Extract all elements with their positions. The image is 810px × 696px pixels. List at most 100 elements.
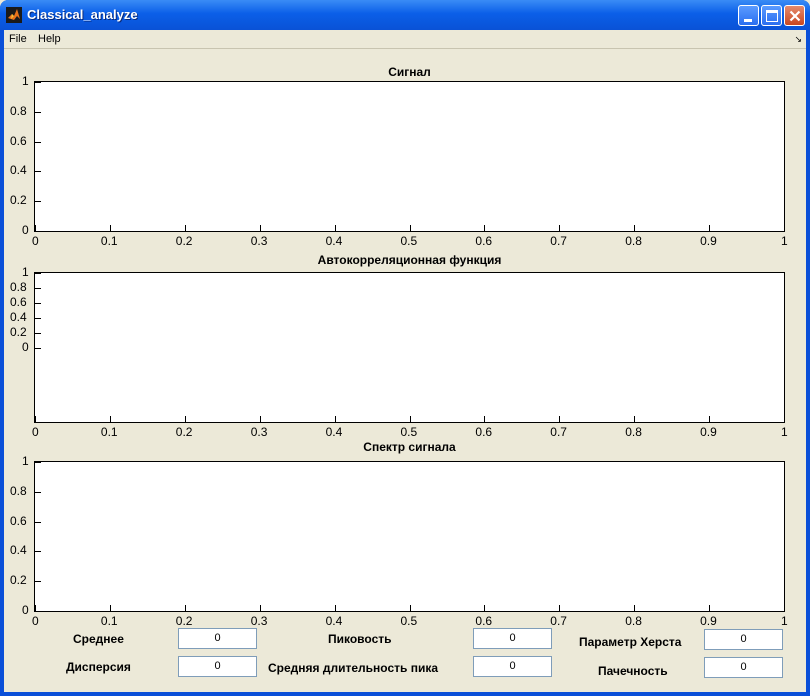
y-tick-mark (35, 491, 41, 493)
y-tick-label: 0.8 (10, 103, 27, 118)
mean-label: Среднее (73, 632, 124, 646)
x-tick-mark (334, 605, 336, 611)
x-tick-label: 1 (781, 614, 788, 628)
x-tick-label: 0.8 (625, 234, 642, 248)
minimize-button[interactable] (738, 5, 759, 26)
x-tick-mark (259, 416, 261, 422)
y-tick-mark (35, 82, 41, 83)
x-tick-mark (709, 416, 711, 422)
x-tick-label: 0.1 (100, 425, 118, 439)
x-tick-label: 0.4 (325, 425, 343, 439)
y-tick-label: 0 (22, 223, 29, 237)
x-tick-label: 0.2 (175, 614, 193, 628)
x-tick-mark (109, 225, 111, 231)
x-tick-label: 0.5 (400, 234, 418, 248)
y-tick-label: 0.8 (10, 483, 27, 498)
x-tick-mark (184, 416, 186, 422)
x-tick-label: 0.7 (550, 614, 567, 628)
x-tick-mark (634, 225, 636, 231)
y-tick-mark (35, 581, 41, 583)
y-tick-label: 0.2 (10, 193, 27, 208)
x-tick-label: 0.7 (550, 425, 567, 439)
x-tick-label: 0.6 (475, 614, 493, 628)
x-tick-mark (559, 225, 561, 231)
x-tick-mark (634, 605, 636, 611)
menu-bar: File Help ↘ (4, 30, 806, 49)
menu-help[interactable]: Help (38, 33, 61, 45)
peakiness-label: Пиковость (328, 632, 392, 646)
maximize-icon (766, 10, 778, 22)
x-tick-mark (784, 416, 785, 422)
x-tick-label: 0.5 (400, 614, 418, 628)
y-tick-label: 0.4 (10, 163, 27, 178)
x-tick-label: 0.9 (700, 614, 717, 628)
chart2-title: Автокорреляционная функция (317, 253, 502, 267)
x-tick-label: 0.2 (175, 234, 193, 248)
title-bar[interactable]: Classical_analyze (0, 0, 810, 30)
menu-file[interactable]: File (9, 33, 27, 45)
x-tick-label: 0.7 (550, 234, 567, 248)
y-tick-mark (35, 287, 41, 289)
y-tick-mark (35, 171, 41, 173)
x-tick-label: 0.9 (700, 234, 717, 248)
y-tick-label: 1 (22, 74, 29, 88)
mean-peak-duration-field[interactable]: 0 (473, 656, 552, 677)
x-tick-mark (559, 416, 561, 422)
x-tick-mark (334, 225, 336, 231)
y-tick-label: 0.6 (10, 294, 27, 309)
x-tick-mark (109, 605, 111, 611)
dock-arrow-icon[interactable]: ↘ (794, 34, 802, 45)
x-tick-label: 0.6 (475, 425, 493, 439)
y-tick-label: 0.6 (10, 133, 27, 148)
chart3-axes[interactable] (34, 461, 785, 612)
y-tick-mark (35, 317, 41, 319)
x-tick-label: 0.3 (250, 234, 268, 248)
x-tick-label: 0.3 (250, 425, 268, 439)
variance-label: Дисперсия (66, 660, 131, 674)
minimize-icon (744, 19, 752, 22)
x-tick-mark (35, 416, 36, 422)
y-tick-mark (35, 462, 41, 463)
hurst-field[interactable]: 0 (704, 629, 783, 650)
chart1-title: Сигнал (388, 65, 431, 79)
x-tick-label: 0 (32, 614, 39, 628)
x-tick-mark (709, 225, 711, 231)
x-tick-label: 0.8 (625, 614, 642, 628)
x-tick-label: 0.4 (325, 234, 343, 248)
y-tick-mark (35, 302, 41, 304)
x-tick-mark (484, 416, 486, 422)
peakiness-field[interactable]: 0 (473, 628, 552, 649)
chart3-title: Спектр сигнала (363, 440, 456, 454)
x-tick-mark (334, 416, 336, 422)
burstiness-field[interactable]: 0 (704, 657, 783, 678)
y-tick-label: 0.2 (10, 324, 27, 339)
y-tick-mark (35, 347, 41, 349)
window-bottom-border (0, 692, 810, 696)
x-tick-label: 0.6 (475, 234, 493, 248)
y-tick-mark (35, 111, 41, 113)
y-tick-label: 0 (22, 339, 29, 354)
burstiness-label: Пачечность (598, 664, 668, 678)
y-tick-mark (35, 231, 41, 232)
mean-peak-duration-label: Средняя длительность пика (268, 661, 439, 675)
x-tick-mark (559, 605, 561, 611)
x-tick-mark (184, 225, 186, 231)
mean-field[interactable]: 0 (178, 628, 257, 649)
close-button[interactable] (784, 5, 805, 26)
chart1-axes[interactable] (34, 81, 785, 232)
chart2-axes[interactable] (34, 272, 785, 423)
x-tick-mark (409, 416, 411, 422)
variance-field[interactable]: 0 (178, 656, 257, 677)
x-tick-label: 0.3 (250, 614, 268, 628)
y-tick-label: 1 (22, 454, 29, 468)
y-tick-label: 0.4 (10, 543, 27, 558)
x-tick-mark (409, 605, 411, 611)
maximize-button[interactable] (761, 5, 782, 26)
y-tick-label: 0 (22, 603, 29, 617)
x-tick-mark (109, 416, 111, 422)
x-tick-mark (784, 605, 785, 611)
y-tick-mark (35, 273, 41, 274)
x-tick-mark (634, 416, 636, 422)
y-tick-label: 0.2 (10, 573, 27, 588)
y-tick-mark (35, 332, 41, 334)
